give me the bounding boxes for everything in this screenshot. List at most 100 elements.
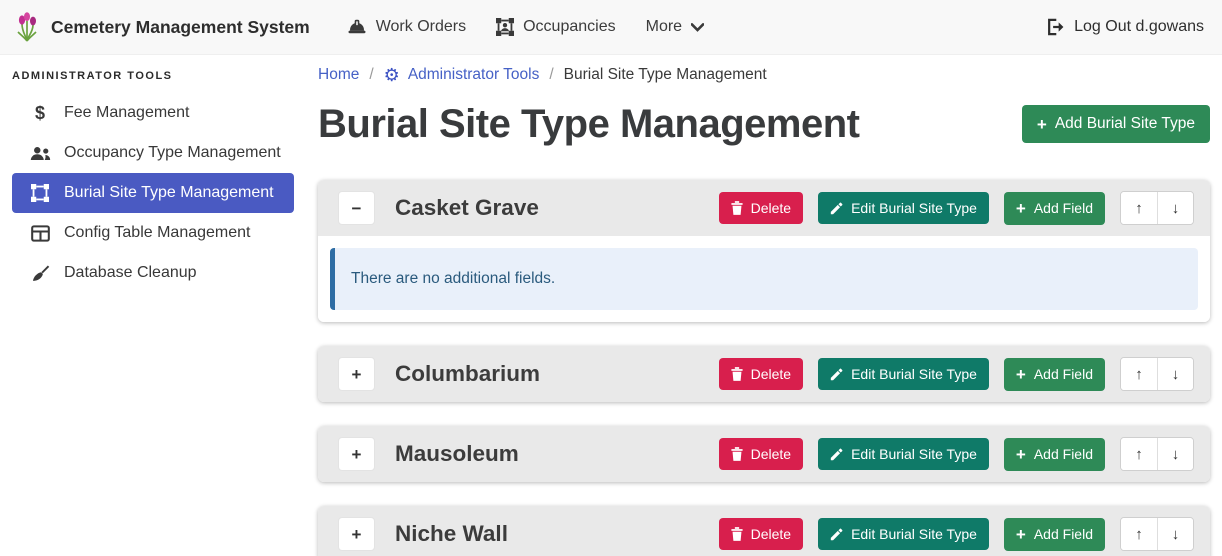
delete-label: Delete	[751, 446, 791, 462]
collapse-toggle-button[interactable]: −	[338, 191, 375, 225]
burial-site-type-card: + Niche Wall Delete	[318, 506, 1210, 556]
edit-label: Edit Burial Site Type	[851, 446, 977, 462]
card-actions: Delete Edit Burial Site Type	[719, 357, 1194, 391]
sidebar-item-label: Config Table Management	[64, 224, 251, 242]
move-down-button[interactable]: ↓	[1157, 192, 1193, 224]
trash-icon	[731, 367, 743, 381]
sidebar-item-occupancy-type-management[interactable]: Occupancy Type Management	[12, 133, 294, 173]
sidebar-item-label: Database Cleanup	[64, 264, 197, 282]
table-icon	[29, 225, 51, 242]
plus-icon: +	[1016, 200, 1026, 217]
burial-site-type-card: + Mausoleum Delete	[318, 426, 1210, 482]
occupancy-frame-icon	[496, 18, 514, 36]
chevron-down-icon	[691, 23, 704, 32]
nav-more[interactable]: More	[631, 18, 719, 36]
app-title: Cemetery Management System	[51, 17, 310, 38]
move-up-button[interactable]: ↑	[1121, 358, 1157, 390]
add-field-button[interactable]: + Add Field	[1004, 438, 1105, 471]
logout-button[interactable]: Log Out d.gowans	[1046, 18, 1204, 36]
move-up-button[interactable]: ↑	[1121, 438, 1157, 470]
logout-label: Log Out d.gowans	[1074, 18, 1204, 36]
users-icon	[29, 145, 51, 162]
sidebar-item-config-table-management[interactable]: Config Table Management	[12, 213, 294, 253]
breadcrumb: Home / ⚙ Administrator Tools / Burial Si…	[318, 64, 1210, 84]
move-up-button[interactable]: ↑	[1121, 518, 1157, 550]
sidebar-heading: ADMINISTRATOR TOOLS	[0, 62, 310, 93]
card-actions: Delete Edit Burial Site Type	[719, 437, 1194, 471]
nav-occupancies[interactable]: Occupancies	[481, 18, 631, 36]
card-actions: Delete Edit Burial Site Type	[719, 517, 1194, 551]
navbar-links: Work Orders Occupancies More	[332, 18, 719, 36]
add-burial-site-type-button[interactable]: + Add Burial Site Type	[1022, 105, 1210, 143]
breadcrumb-home-link[interactable]: Home	[318, 66, 359, 84]
sidebar-item-database-cleanup[interactable]: Database Cleanup	[12, 253, 294, 293]
app-brand[interactable]: Cemetery Management System	[14, 12, 310, 42]
nav-work-orders[interactable]: Work Orders	[332, 18, 481, 36]
move-down-button[interactable]: ↓	[1157, 518, 1193, 550]
move-up-button[interactable]: ↑	[1121, 192, 1157, 224]
move-down-button[interactable]: ↓	[1157, 438, 1193, 470]
trash-icon	[731, 201, 743, 215]
delete-label: Delete	[751, 366, 791, 382]
top-navbar: Cemetery Management System Work Orders	[0, 0, 1222, 55]
plus-icon: +	[1016, 446, 1026, 463]
add-field-label: Add Field	[1034, 200, 1093, 216]
add-field-button[interactable]: + Add Field	[1004, 192, 1105, 225]
pencil-icon	[830, 202, 843, 215]
delete-button[interactable]: Delete	[719, 192, 803, 224]
burial-site-type-card: − Casket Grave Delete	[318, 180, 1210, 322]
expand-toggle-button[interactable]: +	[338, 357, 375, 391]
sidebar-item-fee-management[interactable]: $ Fee Management	[12, 93, 294, 133]
breadcrumb-current: Burial Site Type Management	[564, 66, 767, 84]
card-header: + Niche Wall Delete	[318, 506, 1210, 556]
add-field-label: Add Field	[1034, 526, 1093, 542]
broom-icon	[29, 264, 51, 282]
trash-icon	[731, 527, 743, 541]
gear-icon: ⚙	[384, 66, 400, 84]
title-row: Burial Site Type Management + Add Burial…	[318, 98, 1210, 150]
burial-site-type-card: + Columbarium Delete	[318, 346, 1210, 402]
vector-square-icon	[29, 184, 51, 202]
sidebar-item-burial-site-type-management[interactable]: Burial Site Type Management	[12, 173, 294, 213]
reorder-buttons: ↑ ↓	[1120, 437, 1194, 471]
expand-toggle-button[interactable]: +	[338, 437, 375, 471]
add-field-label: Add Field	[1034, 446, 1093, 462]
card-title: Niche Wall	[395, 521, 508, 547]
edit-label: Edit Burial Site Type	[851, 366, 977, 382]
breadcrumb-admin-tools-label: Administrator Tools	[408, 66, 540, 84]
delete-button[interactable]: Delete	[719, 358, 803, 390]
page-title: Burial Site Type Management	[318, 98, 859, 150]
breadcrumb-admin-tools-link[interactable]: ⚙ Administrator Tools	[384, 66, 540, 84]
card-header: − Casket Grave Delete	[318, 180, 1210, 236]
sidebar-item-label: Burial Site Type Management	[64, 184, 274, 202]
add-field-button[interactable]: + Add Field	[1004, 518, 1105, 551]
reorder-buttons: ↑ ↓	[1120, 517, 1194, 551]
delete-label: Delete	[751, 200, 791, 216]
dollar-icon: $	[29, 103, 51, 124]
card-title: Casket Grave	[395, 195, 539, 221]
add-field-button[interactable]: + Add Field	[1004, 358, 1105, 391]
add-burial-site-type-label: Add Burial Site Type	[1055, 115, 1195, 133]
delete-button[interactable]: Delete	[719, 518, 803, 550]
card-header: + Columbarium Delete	[318, 346, 1210, 402]
nav-label: More	[646, 18, 682, 36]
card-header: + Mausoleum Delete	[318, 426, 1210, 482]
edit-burial-site-type-button[interactable]: Edit Burial Site Type	[818, 438, 989, 470]
pencil-icon	[830, 448, 843, 461]
nav-label: Occupancies	[523, 18, 616, 36]
delete-button[interactable]: Delete	[719, 438, 803, 470]
logout-icon	[1046, 18, 1065, 36]
move-down-button[interactable]: ↓	[1157, 358, 1193, 390]
expand-toggle-button[interactable]: +	[338, 517, 375, 551]
card-actions: Delete Edit Burial Site Type	[719, 191, 1194, 225]
edit-burial-site-type-button[interactable]: Edit Burial Site Type	[818, 358, 989, 390]
main-content: Home / ⚙ Administrator Tools / Burial Si…	[310, 55, 1222, 556]
edit-burial-site-type-button[interactable]: Edit Burial Site Type	[818, 192, 989, 224]
breadcrumb-separator: /	[549, 66, 553, 84]
nav-label: Work Orders	[376, 18, 466, 36]
sidebar-item-label: Occupancy Type Management	[64, 144, 281, 162]
edit-burial-site-type-button[interactable]: Edit Burial Site Type	[818, 518, 989, 550]
plus-icon: +	[1037, 116, 1047, 133]
reorder-buttons: ↑ ↓	[1120, 357, 1194, 391]
card-title: Mausoleum	[395, 441, 519, 467]
